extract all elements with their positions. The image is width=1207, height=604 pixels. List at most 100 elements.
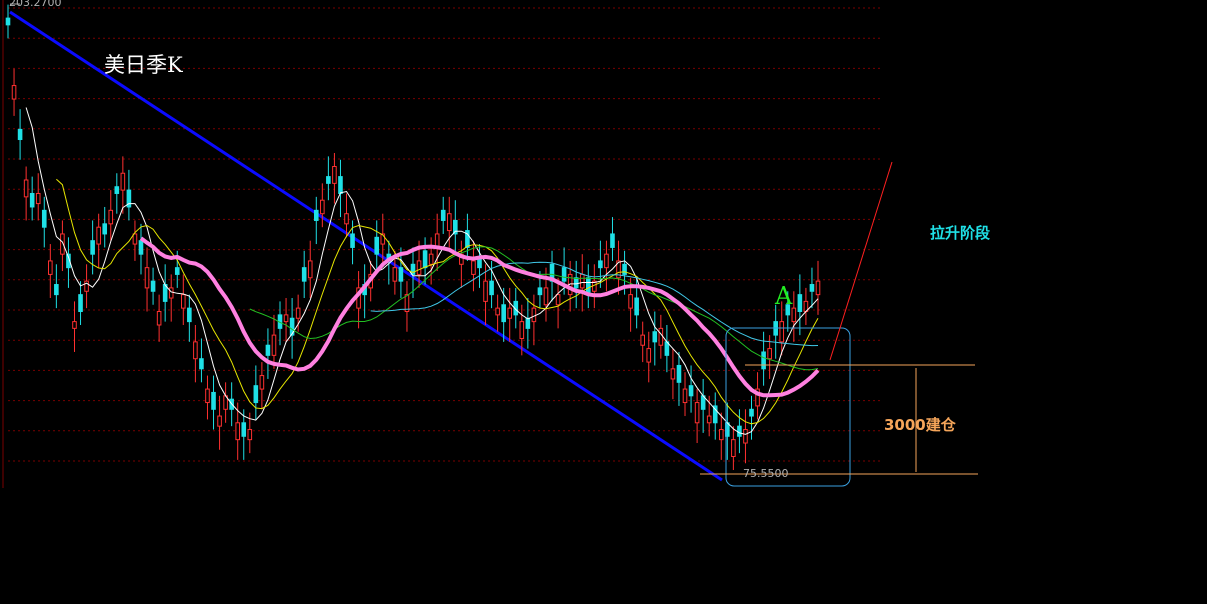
candle-body (78, 294, 83, 313)
candle-body (313, 209, 319, 221)
candle-body (543, 287, 549, 306)
candle-body (718, 429, 724, 441)
candle-body (797, 294, 803, 313)
candle-body (11, 85, 17, 100)
candle-body (350, 233, 355, 248)
candle-body (743, 429, 748, 444)
candle-body (652, 331, 658, 343)
candle-body (17, 128, 23, 141)
candle-body (507, 307, 513, 319)
candle-body (295, 307, 301, 319)
candle-body (489, 280, 494, 296)
candle-body (54, 284, 59, 296)
candle-body (561, 267, 567, 282)
candle-body (332, 165, 337, 184)
candle-body (495, 307, 500, 316)
candle-body (132, 233, 138, 245)
candle-body (259, 375, 265, 390)
candle-body (634, 297, 639, 316)
downtrend-line (9, 10, 723, 482)
candle-body (48, 260, 53, 275)
stage-label: 拉升阶段 (930, 224, 991, 242)
candle-body (767, 348, 772, 360)
rally-arrow-line (829, 161, 893, 361)
candle-body (271, 334, 277, 356)
candle-body (416, 260, 422, 275)
candle-body (344, 213, 349, 225)
candle-body (29, 192, 35, 208)
candle-body (749, 408, 754, 417)
candle-body (446, 213, 452, 232)
candle-body (90, 240, 95, 255)
candle-body (737, 425, 742, 437)
candle-body (598, 260, 603, 269)
candle-body (168, 287, 174, 299)
candle-body (217, 415, 222, 427)
candle-body (779, 321, 785, 343)
candle-body (471, 260, 476, 275)
candle-body (235, 422, 241, 441)
candle-body (283, 314, 289, 323)
candle-body (398, 267, 404, 282)
candle-body (440, 209, 446, 221)
candle-body (428, 253, 434, 265)
candle-body (537, 287, 543, 296)
candle-body (338, 176, 343, 194)
candle-body (422, 250, 428, 269)
candle-body (144, 267, 150, 289)
candle-body (525, 317, 531, 329)
candle-body (193, 341, 198, 360)
high-price-label: 203.2700 (9, 0, 62, 9)
candle-body (120, 172, 126, 191)
candle-body (694, 402, 700, 424)
candle-body (501, 304, 506, 323)
downtrend-line (9, 10, 723, 482)
candle-body (114, 186, 120, 194)
candle-body (5, 17, 11, 26)
candle-body (187, 307, 192, 323)
candle-body (307, 260, 313, 279)
candle-body (610, 233, 615, 248)
candle-body (604, 253, 609, 269)
candle-body (555, 294, 561, 306)
candle-body (809, 284, 815, 292)
candle-body (483, 280, 488, 302)
candle-body (392, 267, 398, 282)
candle-body (150, 280, 156, 292)
low-price-label: 75.5500 (743, 467, 789, 480)
candle-body (156, 311, 162, 326)
candle-body (205, 388, 210, 404)
candle-body (676, 364, 682, 383)
candle-body (658, 327, 664, 346)
candle-body (102, 223, 108, 235)
candle-body (96, 226, 101, 245)
candle-body (72, 321, 77, 329)
candle-body (35, 192, 41, 205)
candle-body (241, 422, 247, 437)
candle-body (199, 358, 204, 370)
candle-body (531, 307, 537, 323)
candle-body (646, 348, 652, 363)
candle-body (670, 368, 676, 380)
candle-body (211, 391, 216, 410)
candle-body (320, 199, 325, 215)
candle-body (640, 334, 646, 346)
candle-body (108, 209, 114, 225)
candle-body (138, 240, 144, 255)
candle-body (247, 429, 253, 441)
candle-body (180, 294, 186, 309)
point-a-label: A (775, 282, 793, 310)
candle-body (706, 415, 712, 424)
highlight-box (725, 327, 851, 487)
candle-body (326, 176, 331, 184)
candle-body (41, 209, 47, 228)
candle-body (265, 344, 271, 356)
candle-body (519, 321, 525, 339)
candle-body (622, 263, 627, 275)
candle-body (761, 351, 766, 370)
candle-body (731, 439, 736, 458)
candle-body (791, 307, 797, 323)
candle-body (253, 385, 259, 404)
candle-body (374, 236, 380, 255)
candle-body (815, 280, 821, 296)
